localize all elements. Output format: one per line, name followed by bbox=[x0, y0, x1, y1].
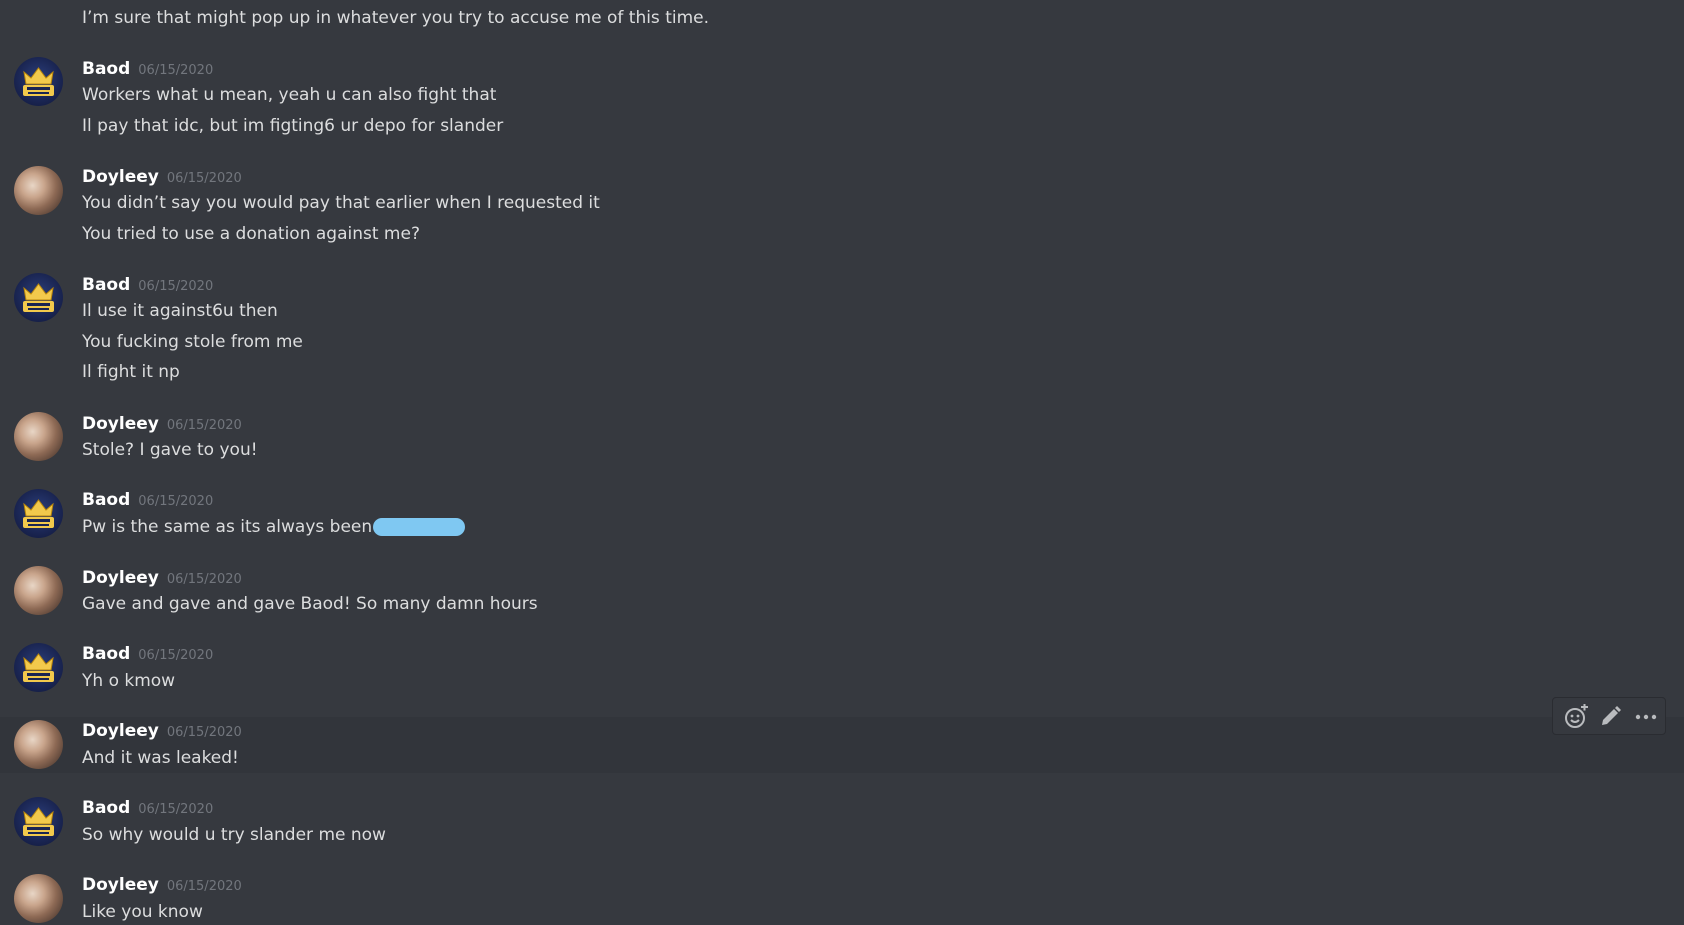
timestamp: 06/15/2020 bbox=[138, 279, 214, 294]
owner-badge-icon bbox=[23, 499, 54, 528]
message-header: Doyleey 06/15/2020 bbox=[82, 413, 242, 437]
avatar[interactable] bbox=[14, 874, 63, 923]
author-name[interactable]: Baod bbox=[82, 798, 130, 818]
message-line: So why would u try slander me now bbox=[82, 825, 386, 845]
timestamp: 06/15/2020 bbox=[138, 802, 214, 817]
message-header: Doyleey 06/15/2020 bbox=[82, 720, 242, 744]
message-header: Doyleey 06/15/2020 bbox=[82, 166, 242, 190]
edit-icon[interactable] bbox=[1597, 704, 1623, 730]
message-line: Pw is the same as its always been bbox=[82, 516, 466, 538]
author-name[interactable]: Baod bbox=[82, 644, 130, 664]
owner-badge-icon bbox=[23, 67, 54, 96]
author-name[interactable]: Doyleey bbox=[82, 568, 159, 588]
timestamp: 06/15/2020 bbox=[166, 725, 242, 740]
message-line: You didn’t say you would pay that earlie… bbox=[82, 193, 600, 213]
author-name[interactable]: Doyleey bbox=[82, 721, 159, 741]
message-line: Stole? I gave to you! bbox=[82, 440, 258, 460]
message-line: I’m sure that might pop up in whatever y… bbox=[82, 8, 710, 28]
avatar[interactable] bbox=[14, 643, 63, 692]
timestamp: 06/15/2020 bbox=[166, 879, 242, 894]
author-name[interactable]: Doyleey bbox=[82, 414, 159, 434]
message-line: You tried to use a donation against me? bbox=[82, 224, 420, 244]
message-header: Doyleey 06/15/2020 bbox=[82, 874, 242, 898]
message-header: Doyleey 06/15/2020 bbox=[82, 567, 242, 591]
message-header: Baod 06/15/2020 bbox=[82, 274, 213, 298]
message-actions-toolbar bbox=[1552, 697, 1666, 735]
message-header: Baod 06/15/2020 bbox=[82, 58, 213, 82]
avatar[interactable] bbox=[14, 166, 63, 215]
timestamp: 06/15/2020 bbox=[138, 494, 214, 509]
timestamp: 06/15/2020 bbox=[138, 648, 214, 663]
message-line: Il fight it np bbox=[82, 362, 180, 382]
timestamp: 06/15/2020 bbox=[138, 63, 214, 78]
author-name[interactable]: Doyleey bbox=[82, 167, 159, 187]
message-line: Il use it against6u then bbox=[82, 301, 278, 321]
timestamp: 06/15/2020 bbox=[166, 418, 242, 433]
more-icon[interactable] bbox=[1633, 704, 1659, 730]
avatar[interactable] bbox=[14, 412, 63, 461]
author-name[interactable]: Baod bbox=[82, 275, 130, 295]
message-line: Like you know bbox=[82, 902, 203, 922]
redaction-mark bbox=[373, 518, 466, 536]
message-header: Baod 06/15/2020 bbox=[82, 489, 213, 513]
avatar[interactable] bbox=[14, 566, 63, 615]
author-name[interactable]: Baod bbox=[82, 59, 130, 79]
message-line: And it was leaked! bbox=[82, 748, 239, 768]
avatar[interactable] bbox=[14, 797, 63, 846]
author-name[interactable]: Baod bbox=[82, 490, 130, 510]
timestamp: 06/15/2020 bbox=[166, 171, 242, 186]
message-line: Il pay that idc, but im figting6 ur depo… bbox=[82, 116, 504, 136]
message-line: Workers what u mean, yeah u can also fig… bbox=[82, 85, 497, 105]
avatar[interactable] bbox=[14, 57, 63, 106]
message-line: Yh o kmow bbox=[82, 671, 176, 691]
add-reaction-icon[interactable] bbox=[1563, 704, 1589, 730]
owner-badge-icon bbox=[23, 807, 54, 836]
avatar[interactable] bbox=[14, 720, 63, 769]
timestamp: 06/15/2020 bbox=[166, 572, 242, 587]
owner-badge-icon bbox=[23, 653, 54, 682]
message-text: Pw is the same as its always been bbox=[82, 517, 373, 537]
avatar[interactable] bbox=[14, 489, 63, 538]
author-name[interactable]: Doyleey bbox=[82, 875, 159, 895]
avatar[interactable] bbox=[14, 273, 63, 322]
message-header: Baod 06/15/2020 bbox=[82, 643, 213, 667]
message-header: Baod 06/15/2020 bbox=[82, 797, 213, 821]
message-line: You fucking stole from me bbox=[82, 332, 303, 352]
message-line: Gave and gave and gave Baod! So many dam… bbox=[82, 594, 538, 614]
chat-messages: I’m sure that might pop up in whatever y… bbox=[0, 0, 1684, 925]
owner-badge-icon bbox=[23, 283, 54, 312]
hovered-message-highlight bbox=[0, 717, 1684, 773]
